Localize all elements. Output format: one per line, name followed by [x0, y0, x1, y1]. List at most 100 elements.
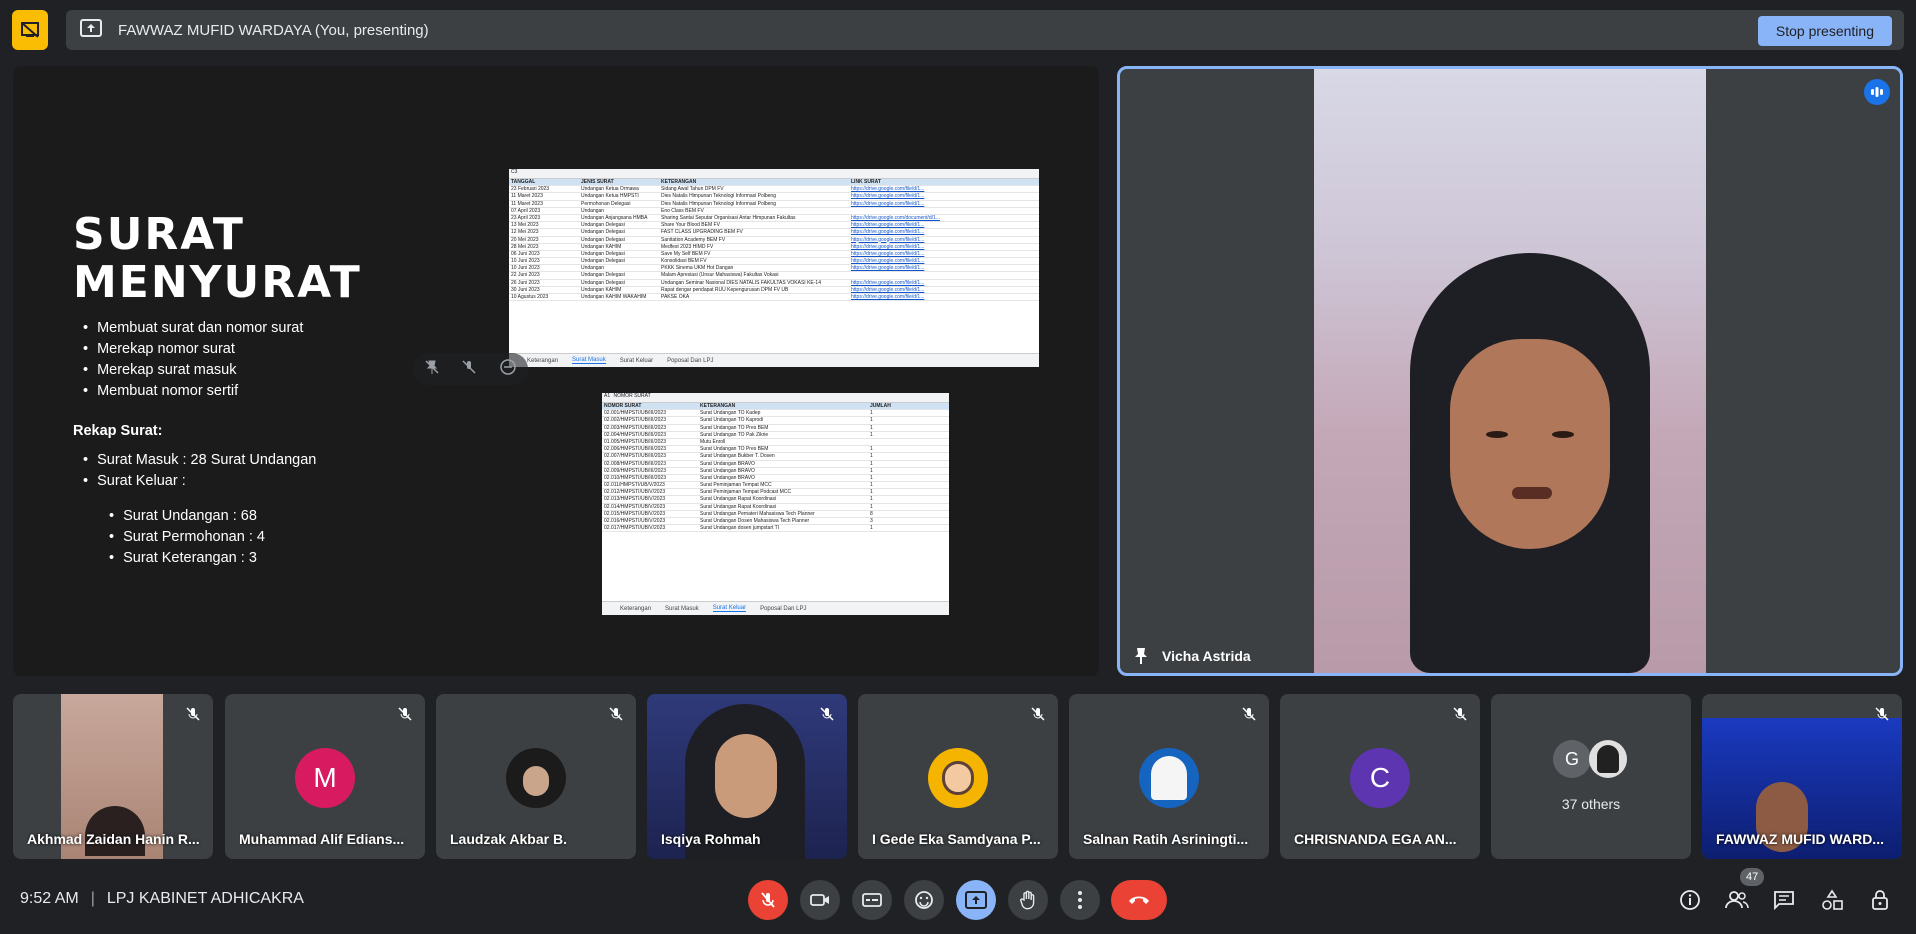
remove-icon[interactable]: [499, 358, 517, 381]
sheet-tab[interactable]: Poposal Dan LPJ: [667, 358, 713, 364]
participant-tile[interactable]: Laudzak Akbar B.: [436, 694, 636, 859]
sheet-cell: https://drive.google.com/file/d/1...: [851, 243, 925, 250]
sheet-row: 02.002/HMPSTI/UB/III/2023 Surat Undangan …: [602, 417, 949, 425]
clock-time: 9:52 AM: [20, 890, 79, 907]
captions-button[interactable]: [852, 880, 892, 920]
sheet-cell: 13 Mei 2023: [511, 222, 539, 229]
sheet-row: 23 Februari 2023 Undangan Ketua Ormawa Sid…: [509, 186, 1039, 194]
bottom-toolbar: 9:52 AM | LPJ KABINET ADHICAKRA 47: [0, 868, 1916, 934]
mic-off-icon: [819, 706, 835, 727]
sheet-tab[interactable]: Keterangan: [527, 358, 558, 364]
sheet-cell: Dies Natalis Himpunan Teknologi Informas…: [661, 200, 776, 207]
sheet-tab[interactable]: Surat Masuk: [665, 606, 699, 612]
sheet-row: 02.015/HMPSTI/UB/V/2023 Surat Undangan Pe…: [602, 511, 949, 518]
sheet-tab[interactable]: Surat Keluar: [620, 358, 653, 364]
leave-call-button[interactable]: [1111, 880, 1167, 920]
sheet-cell: 02.009/HMPSTI/UB/III/2023: [604, 467, 666, 474]
sheet-cell: 02.011/HMPSTI/UB/V/2023: [604, 482, 665, 489]
sheet-cell: 02.003/HMPSTI/UB/III/2023: [604, 424, 666, 431]
sheet-cell: [849, 208, 1039, 214]
sheet-cell: 1: [870, 424, 873, 431]
sheet-cell: 22 Juni 2023: [511, 272, 540, 279]
sheet-cell: 07 April 2023: [511, 207, 541, 214]
participant-tile[interactable]: Akhmad Zaidan Hanin R...: [13, 694, 213, 859]
sheet-cell: Sharing Santai Seputar Organisasi Antar …: [661, 214, 796, 221]
participant-tile[interactable]: Isqiya Rohmah: [647, 694, 847, 859]
sheet-row: 28 Mei 2023 Undangan KAHIM Medfest 2023 HI…: [509, 244, 1039, 251]
sheet-cell: Medfest 2023 HIMD FV: [661, 243, 714, 250]
emoji-button[interactable]: [904, 880, 944, 920]
sheet-row: 30 Juni 2023 Undangan KAHIM Rapat dengar p…: [509, 287, 1039, 294]
raise-hand-button[interactable]: [1008, 880, 1048, 920]
mic-toggle-button[interactable]: [748, 880, 788, 920]
participant-tile[interactable]: Salnan Ratih Asriningti...: [1069, 694, 1269, 859]
sheet-cell: 10 Juni 2023: [511, 265, 540, 272]
mute-icon[interactable]: [461, 359, 477, 380]
bullet: Surat Masuk : 28 Surat Undangan: [83, 450, 316, 471]
sheet-tab[interactable]: Poposal Dan LPJ: [760, 606, 806, 612]
sheet-cell: 3: [870, 518, 873, 524]
mic-off-icon: [1452, 706, 1468, 727]
present-to-all-icon: [80, 18, 102, 42]
sheet-cell: https://drive.google.com/file/d/1...: [851, 222, 925, 229]
participant-tile[interactable]: C CHRISNANDA EGA AN...: [1280, 694, 1480, 859]
sheet-header-cell: KETERANGAN: [661, 179, 697, 185]
sheet-cell: Surat Peminjaman Tempat Podcast MCC: [700, 489, 792, 496]
sheet-cell: 28 Mei 2023: [511, 243, 539, 250]
sheet-cell: Surat Undangan Pemateri Mahasiswa Tech P…: [700, 510, 815, 517]
sheet-cell: Undangan Ketua HMPSTI: [581, 193, 639, 200]
sheet-cell: Undangan Delegasi: [581, 279, 625, 286]
present-to-all-icon: [965, 891, 987, 909]
participant-tile[interactable]: M Muhammad Alif Edians...: [225, 694, 425, 859]
bullet: Surat Permohonan : 4: [109, 527, 265, 548]
sheet-cell: 23 Februari 2023: [511, 186, 550, 193]
camera-toggle-button[interactable]: [800, 880, 840, 920]
formula-bar: A1 NOMOR SURAT: [602, 393, 949, 403]
sheet-header-cell: TANGGAL: [511, 179, 536, 185]
sheet-cell: Surat Undangan Dosen Mahasiswa Tech Plan…: [700, 518, 810, 524]
pin-icon[interactable]: [424, 359, 440, 380]
present-button[interactable]: [956, 880, 996, 920]
sheet-row: 02.008/HMPSTI/UB/III/2023 Surat Undangan …: [602, 461, 949, 468]
sheet-cell: 02.006/HMPSTI/UB/III/2023: [604, 446, 666, 453]
people-icon[interactable]: [1723, 886, 1751, 914]
participant-tile[interactable]: FAWWAZ MUFID WARD...: [1702, 694, 1902, 859]
meeting-details-icon[interactable]: [1676, 886, 1704, 914]
sheet-cell: Malam Apresiasi (Unsur Mahasiswa) Fakult…: [661, 272, 779, 279]
sheet-row: 02.004/HMPSTI/UB/III/2023 Surat Undangan …: [602, 432, 949, 439]
sheet-row: 02.016/HMPSTI/UB/V/2023 Surat Undangan Do…: [602, 518, 949, 526]
sheet-cell: Surat Undangan TO Kadep: [700, 410, 761, 417]
presenting-bar: FAWWAZ MUFID WARDAYA (You, presenting) S…: [12, 10, 1904, 52]
bullet: Surat Keterangan : 3: [109, 548, 265, 569]
participant-name: Akhmad Zaidan Hanin R...: [27, 831, 200, 847]
sheet-header-cell: JUMLAH: [870, 403, 891, 409]
hand-icon: [1020, 890, 1035, 910]
sheet-cell: [868, 439, 938, 445]
others-tile[interactable]: G 37 others: [1491, 694, 1691, 859]
speaker-tile[interactable]: Vicha Astrida: [1117, 66, 1903, 676]
participant-tile[interactable]: I Gede Eka Samdyana P...: [858, 694, 1058, 859]
sheet-cell: 02.001/HMPSTI/UB/III/2023: [604, 410, 666, 417]
sheet-cell: Undangan: [581, 207, 605, 214]
sheet-cell: 1: [870, 460, 873, 467]
sheet-row: 02.009/HMPSTI/UB/III/2023 Surat Undangan …: [602, 468, 949, 475]
sheet-tab[interactable]: Keterangan: [620, 606, 651, 612]
chat-icon[interactable]: [1770, 886, 1798, 914]
meeting-info: 9:52 AM | LPJ KABINET ADHICAKRA: [20, 890, 304, 907]
mic-off-icon: [1874, 706, 1890, 727]
sheet-cell: https://drive.google.com/file/d/1...: [851, 286, 925, 293]
host-controls-icon[interactable]: [1866, 886, 1894, 914]
sheet-tab[interactable]: Surat Masuk: [572, 357, 606, 364]
sheet-row: 02.011/HMPSTI/UB/V/2023 Surat Peminjaman …: [602, 482, 949, 490]
sheet-tab[interactable]: Surat Keluar: [712, 605, 747, 612]
activities-icon[interactable]: [1818, 886, 1846, 914]
sheet-cell: Surat Undangan TO Pak Zikrie: [700, 431, 769, 438]
more-options-button[interactable]: [1060, 880, 1100, 920]
sheet-cell: Surat Undangan Bukber T. Dosen: [700, 453, 775, 460]
mic-off-icon: [608, 706, 624, 727]
stop-presenting-button[interactable]: Stop presenting: [1757, 16, 1892, 46]
sheet-cell: Surat Undangan BRAVO: [700, 460, 755, 467]
sheet-cell: Surat Undangan TO Pres BEM: [700, 446, 769, 453]
sheet-cell: https://drive.google.com/file/d/1...: [851, 279, 925, 286]
sheet-cell: 1: [870, 410, 873, 417]
